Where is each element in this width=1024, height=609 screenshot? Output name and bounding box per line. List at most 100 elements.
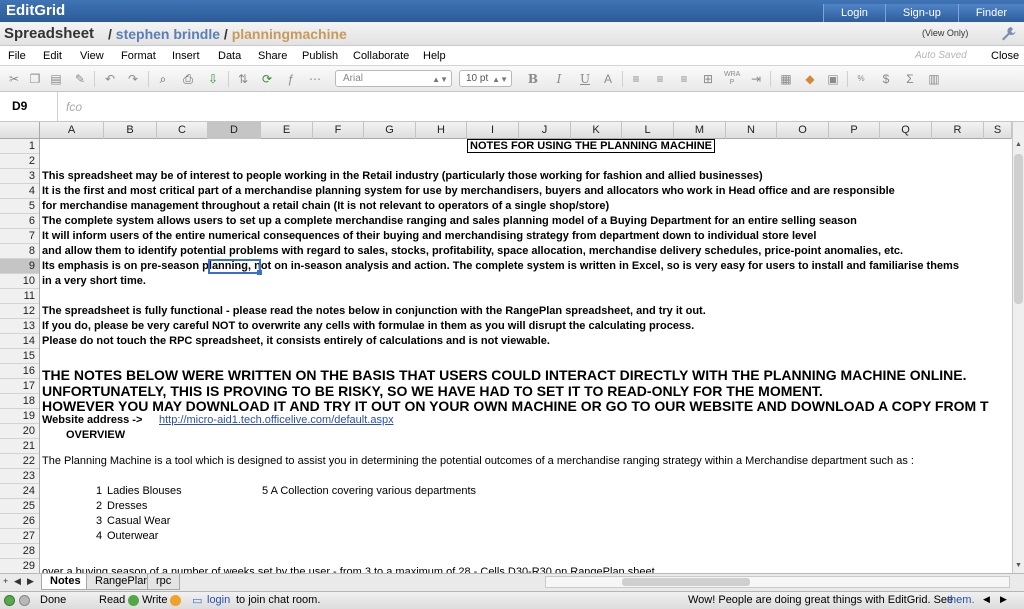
cell-a16[interactable]: THE NOTES BELOW WERE WRITTEN ON THE BASI…: [42, 367, 967, 384]
column-header[interactable]: N: [726, 122, 777, 139]
menu-view[interactable]: View: [80, 50, 104, 62]
close-button[interactable]: Close: [991, 50, 1019, 62]
cell-a30[interactable]: over a buying season of a number of week…: [42, 565, 655, 573]
column-header[interactable]: M: [674, 122, 726, 139]
cell-a20[interactable]: OVERVIEW: [66, 428, 125, 443]
row-header[interactable]: 16: [0, 364, 39, 379]
copy-icon[interactable]: ❐: [27, 71, 43, 87]
breadcrumb-user[interactable]: stephen brindle: [116, 26, 220, 42]
stop-icon[interactable]: [19, 595, 30, 606]
column-header[interactable]: I: [467, 122, 519, 139]
promo-next-icon[interactable]: ▶: [1000, 594, 1007, 605]
find-icon[interactable]: ⌕: [155, 71, 171, 87]
function-icon[interactable]: ƒ: [283, 71, 299, 87]
menu-help[interactable]: Help: [423, 50, 446, 62]
column-header[interactable]: L: [622, 122, 674, 139]
row-header[interactable]: 25: [0, 499, 39, 514]
breadcrumb-document[interactable]: planningmachine: [232, 26, 347, 42]
login-button[interactable]: Login: [822, 4, 885, 22]
scroll-thumb[interactable]: [1014, 154, 1023, 304]
column-header[interactable]: F: [313, 122, 364, 139]
cell-a3[interactable]: This spreadsheet may be of interest to p…: [42, 169, 763, 184]
row-header[interactable]: 19: [0, 409, 39, 424]
row-header[interactable]: 3: [0, 169, 39, 184]
row-header[interactable]: 26: [0, 514, 39, 529]
row-header[interactable]: 14: [0, 334, 39, 349]
align-right-icon[interactable]: ≡: [676, 71, 692, 87]
column-header[interactable]: J: [519, 122, 571, 139]
signup-button[interactable]: Sign-up: [884, 4, 958, 22]
sheet-tab-rpc[interactable]: rpc: [147, 574, 181, 590]
row-header[interactable]: 29: [0, 559, 39, 573]
row-header[interactable]: 20: [0, 424, 39, 439]
cell-a13[interactable]: If you do, please be very careful NOT to…: [42, 319, 694, 334]
cell-grid[interactable]: NOTES FOR USING THE PLANNING MACHINE Thi…: [40, 139, 1012, 573]
row-header[interactable]: 21: [0, 439, 39, 454]
column-header[interactable]: G: [364, 122, 416, 139]
row-header[interactable]: 2: [0, 154, 39, 169]
row-header[interactable]: 24: [0, 484, 39, 499]
promo-link[interactable]: them.: [947, 594, 975, 606]
sort-icon[interactable]: ⇅: [235, 71, 251, 87]
text-color-icon[interactable]: A: [600, 71, 616, 87]
cell-reference[interactable]: D9: [0, 92, 58, 121]
finder-button[interactable]: Finder: [957, 4, 1024, 22]
row-header[interactable]: 15: [0, 349, 39, 364]
row-header[interactable]: 7: [0, 229, 39, 244]
menu-edit[interactable]: Edit: [43, 50, 62, 62]
scroll-up-icon[interactable]: ▲: [1013, 139, 1024, 151]
cell-a6[interactable]: The complete system allows users to set …: [42, 214, 857, 229]
more-icon[interactable]: ⋯: [307, 71, 323, 87]
sheet-tab-notes[interactable]: Notes: [41, 574, 90, 590]
row-header[interactable]: 1: [0, 139, 39, 154]
align-left-icon[interactable]: ≡: [628, 71, 644, 87]
row-header[interactable]: 28: [0, 544, 39, 559]
row-header[interactable]: 10: [0, 274, 39, 289]
redo-icon[interactable]: ↷: [125, 71, 141, 87]
chart-icon[interactable]: ▥: [926, 71, 942, 87]
column-header[interactable]: Q: [880, 122, 932, 139]
row-header[interactable]: 17: [0, 379, 39, 394]
list-item[interactable]: Dresses: [107, 499, 147, 514]
row-header[interactable]: 23: [0, 469, 39, 484]
list-item[interactable]: Outerwear: [107, 529, 158, 544]
column-header[interactable]: B: [104, 122, 157, 139]
row-header[interactable]: 12: [0, 304, 39, 319]
cell-a4[interactable]: It is the first and most critical part o…: [42, 184, 895, 199]
row-header[interactable]: 6: [0, 214, 39, 229]
italic-button[interactable]: I: [551, 71, 567, 87]
cell-a12[interactable]: The spreadsheet is fully functional - pl…: [42, 304, 706, 319]
row-header[interactable]: 18: [0, 394, 39, 409]
menu-format[interactable]: Format: [121, 50, 156, 62]
bold-button[interactable]: B: [525, 71, 541, 87]
column-header[interactable]: H: [416, 122, 467, 139]
column-header[interactable]: A: [40, 122, 104, 139]
cell-a7[interactable]: It will inform users of the entire numer…: [42, 229, 816, 244]
list-number[interactable]: 2: [96, 499, 102, 514]
list-item[interactable]: Casual Wear: [107, 514, 170, 529]
paste-icon[interactable]: ▤: [48, 71, 64, 87]
horizontal-scrollbar[interactable]: [545, 576, 1010, 588]
underline-button[interactable]: U: [577, 71, 593, 87]
indent-icon[interactable]: ⇥: [748, 71, 764, 87]
print-icon[interactable]: ⎙: [180, 71, 196, 87]
cell-a10[interactable]: in a very short time.: [42, 274, 146, 289]
column-header[interactable]: C: [157, 122, 208, 139]
cell-a8[interactable]: and allow them to identify potential pro…: [42, 244, 903, 259]
format-painter-icon[interactable]: ✎: [72, 71, 88, 87]
refresh-icon[interactable]: ⟳: [259, 71, 275, 87]
menu-file[interactable]: File: [8, 50, 26, 62]
column-header[interactable]: E: [261, 122, 313, 139]
cell-a9[interactable]: Its emphasis is on pre-season planning, …: [42, 259, 959, 274]
tab-prev-icon[interactable]: ◀: [14, 576, 21, 587]
undo-icon[interactable]: ↶: [102, 71, 118, 87]
notes-heading-cell[interactable]: NOTES FOR USING THE PLANNING MACHINE: [467, 139, 716, 153]
row-header[interactable]: 5: [0, 199, 39, 214]
list-number[interactable]: 1: [96, 484, 102, 499]
row-header[interactable]: 27: [0, 529, 39, 544]
align-center-icon[interactable]: ≡: [652, 71, 668, 87]
percent-icon[interactable]: %: [853, 71, 869, 87]
row-header[interactable]: 4: [0, 184, 39, 199]
menu-publish[interactable]: Publish: [302, 50, 338, 62]
cell-a14[interactable]: Please do not touch the RPC spreadsheet,…: [42, 334, 550, 349]
